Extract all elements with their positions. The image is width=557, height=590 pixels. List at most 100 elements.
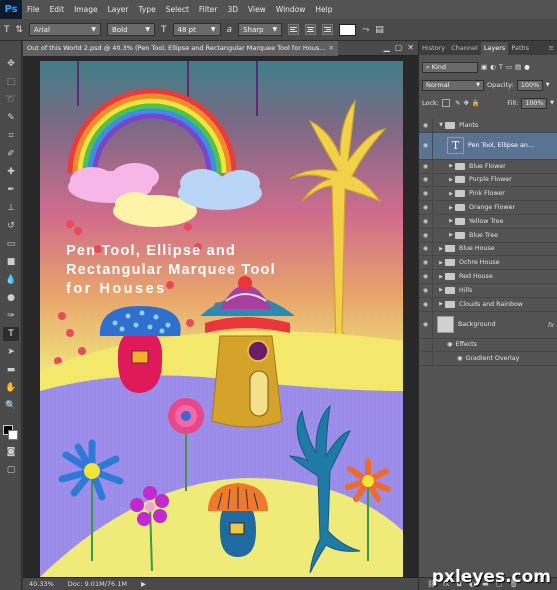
chevron-right-icon[interactable]: ▶ — [437, 287, 445, 293]
zoom-level[interactable]: 40.33% — [29, 580, 54, 588]
filter-shape-icon[interactable]: ▭ — [506, 63, 512, 71]
path-selection-tool-icon[interactable]: ➤ — [3, 345, 19, 359]
visibility-eye-icon[interactable]: ◉ — [419, 187, 433, 201]
filter-toggle-icon[interactable]: ● — [524, 63, 530, 71]
text-color-swatch[interactable] — [339, 23, 357, 36]
chevron-right-icon[interactable]: ▶ — [437, 301, 445, 307]
layer-row[interactable]: ◉ ▶ Orange Flower — [419, 201, 557, 215]
layer-filter-select[interactable]: ⌕ Kind — [422, 61, 478, 73]
visibility-eye-icon[interactable]: ◉ — [419, 256, 433, 270]
filter-pixel-icon[interactable]: ▣ — [481, 63, 487, 71]
visibility-eye-icon[interactable]: ◉ — [419, 297, 433, 311]
rectangle-tool-icon[interactable]: ▬ — [3, 363, 19, 377]
quick-mask-icon[interactable]: ◙ — [3, 445, 19, 459]
visibility-eye-icon[interactable]: ◉ — [419, 283, 433, 297]
hand-tool-icon[interactable]: ✋ — [3, 381, 19, 395]
lock-move-icon[interactable]: ✥ — [463, 99, 468, 107]
lock-transparent-icon[interactable] — [442, 99, 451, 107]
align-left-button[interactable] — [288, 24, 300, 35]
warp-text-icon[interactable]: ⤳ — [362, 25, 369, 35]
layer-row[interactable]: ◉ ▶ Clouds and Rainbow — [419, 297, 557, 312]
type-tool-icon[interactable]: T — [3, 327, 19, 341]
layer-row[interactable]: ◉ ▶ Yellow Tree — [419, 214, 557, 229]
layer-row[interactable]: ◉ ▶ Pink Flower — [419, 187, 557, 202]
font-family-select[interactable]: Arial ▼ — [29, 23, 102, 36]
layer-row[interactable]: ◉ ▶ Blue Tree — [419, 228, 557, 243]
chevron-right-icon[interactable]: ▶ — [447, 163, 455, 169]
layer-fx-icon[interactable]: fx — [548, 321, 554, 329]
maximize-icon[interactable]: ▢ — [395, 43, 403, 52]
font-style-select[interactable]: Bold ▼ — [107, 23, 156, 36]
character-panel-icon[interactable]: ▤ — [375, 25, 384, 35]
lock-paint-icon[interactable]: ✎ — [455, 99, 460, 107]
move-tool-icon[interactable]: ✥ — [3, 57, 19, 71]
menu-image[interactable]: Image — [69, 5, 103, 14]
document-tab[interactable]: Out of this World 2.psd @ 40.3% (Pen Too… — [23, 40, 338, 56]
visibility-eye-icon[interactable]: ◉ — [419, 228, 433, 242]
layer-row[interactable]: ◉ ▶ Ochre House — [419, 256, 557, 271]
blur-tool-icon[interactable]: 💧 — [3, 273, 19, 287]
layer-row[interactable]: ◉ ▶ Red House — [419, 270, 557, 284]
close-window-icon[interactable]: ✕ — [407, 43, 414, 52]
tab-paths[interactable]: Paths — [508, 42, 532, 55]
pen-tool-icon[interactable]: ✑ — [3, 309, 19, 323]
menu-view[interactable]: View — [243, 5, 271, 14]
menu-3d[interactable]: 3D — [222, 5, 243, 14]
tab-layers[interactable]: Layers — [480, 42, 509, 55]
filter-adjust-icon[interactable]: ◐ — [490, 63, 496, 71]
layer-row[interactable]: ◉ Effects — [419, 338, 557, 353]
layer-row[interactable]: ◉ ▶ Blue Flower — [419, 159, 557, 174]
layer-row[interactable]: ◉ ▶ Purple Flower — [419, 173, 557, 188]
visibility-eye-icon[interactable] — [419, 352, 433, 366]
status-arrow-icon[interactable]: ▶ — [141, 580, 146, 588]
layer-row[interactable]: ◉ ▶ Hills — [419, 283, 557, 298]
filter-smart-icon[interactable]: ▤ — [515, 63, 521, 71]
chevron-right-icon[interactable]: ▶ — [437, 274, 445, 280]
visibility-eye-icon[interactable]: ◉ — [419, 214, 433, 228]
layer-row[interactable]: ◉ ▶ Blue House — [419, 242, 557, 257]
eraser-tool-icon[interactable]: ▭ — [3, 237, 19, 251]
type-tool-icon[interactable]: T — [4, 25, 10, 35]
chevron-down-icon[interactable]: ▼ — [550, 100, 554, 106]
eyedropper-tool-icon[interactable]: ✐ — [3, 147, 19, 161]
tab-channels[interactable]: Channel — [448, 42, 481, 55]
visibility-eye-icon[interactable]: ◉ — [419, 119, 433, 132]
opacity-field[interactable]: 100% — [516, 79, 543, 91]
document-canvas[interactable]: Pen Tool, Ellipse and Rectangular Marque… — [40, 61, 403, 577]
visibility-eye-icon[interactable]: ◉ — [419, 242, 433, 256]
background-color-swatch[interactable] — [8, 430, 18, 440]
menu-edit[interactable]: Edit — [45, 5, 70, 14]
menu-type[interactable]: Type — [134, 5, 161, 14]
quick-select-tool-icon[interactable]: ✎ — [3, 111, 19, 125]
visibility-eye-icon[interactable]: ◉ — [419, 173, 433, 187]
align-center-button[interactable] — [305, 24, 317, 35]
effect-eye-icon[interactable]: ◉ — [457, 355, 463, 362]
screen-mode-icon[interactable]: ▢ — [3, 463, 19, 477]
layer-row[interactable]: ◉ Background fx — [419, 311, 557, 339]
menu-layer[interactable]: Layer — [103, 5, 134, 14]
menu-file[interactable]: File — [22, 5, 45, 14]
chevron-right-icon[interactable]: ▶ — [447, 177, 455, 183]
healing-brush-tool-icon[interactable]: ✚ — [3, 165, 19, 179]
layer-row[interactable]: ◉ Gradient Overlay — [419, 352, 557, 367]
tab-history[interactable]: History — [419, 42, 448, 55]
visibility-eye-icon[interactable] — [419, 338, 433, 352]
align-right-button[interactable] — [322, 24, 334, 35]
antialias-select[interactable]: Sharp ▼ — [238, 23, 283, 36]
chevron-right-icon[interactable]: ▶ — [447, 218, 455, 224]
chevron-right-icon[interactable]: ▶ — [447, 191, 455, 197]
zoom-tool-icon[interactable]: 🔍 — [3, 399, 19, 413]
history-brush-tool-icon[interactable]: ↺ — [3, 219, 19, 233]
fill-field[interactable]: 100% — [521, 97, 548, 109]
menu-filter[interactable]: Filter — [194, 5, 223, 14]
crop-tool-icon[interactable]: ⌗ — [3, 129, 19, 143]
layer-row[interactable]: ◉ ▼ Plants — [419, 119, 557, 133]
chevron-right-icon[interactable]: ▶ — [447, 232, 455, 238]
brush-tool-icon[interactable]: ✒ — [3, 183, 19, 197]
font-size-select[interactable]: 48 pt ▼ — [172, 23, 221, 36]
close-icon[interactable]: ✕ — [329, 44, 334, 52]
visibility-eye-icon[interactable]: ◉ — [419, 270, 433, 283]
menu-select[interactable]: Select — [161, 5, 194, 14]
panel-menu-icon[interactable]: ≡ — [546, 42, 557, 55]
marquee-tool-icon[interactable]: ⬚ — [3, 75, 19, 89]
